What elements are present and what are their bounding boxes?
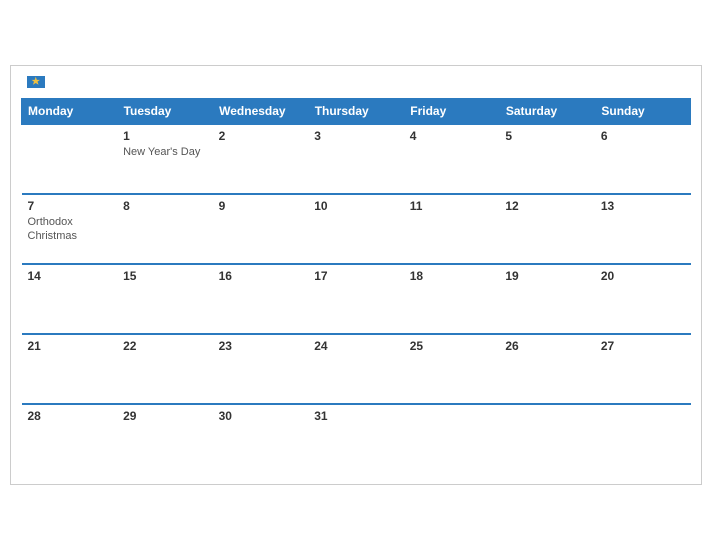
calendar-cell: 22 (117, 334, 213, 404)
day-number: 5 (505, 129, 589, 143)
day-number: 31 (314, 409, 398, 423)
day-number: 14 (28, 269, 112, 283)
day-number: 29 (123, 409, 207, 423)
day-number: 10 (314, 199, 398, 213)
calendar-cell: 26 (499, 334, 595, 404)
weekday-header-friday: Friday (404, 99, 500, 125)
calendar-cell: 17 (308, 264, 404, 334)
calendar-cell: 5 (499, 124, 595, 194)
weekday-header-saturday: Saturday (499, 99, 595, 125)
calendar-cell: 1 New Year's Day (117, 124, 213, 194)
weekday-header-sunday: Sunday (595, 99, 691, 125)
calendar-cell: 10 (308, 194, 404, 264)
calendar-container: MondayTuesdayWednesdayThursdayFridaySatu… (10, 65, 702, 485)
calendar-cell: 16 (213, 264, 309, 334)
calendar-cell: 14 (22, 264, 118, 334)
day-number: 25 (410, 339, 494, 353)
calendar-header (21, 76, 691, 88)
calendar-cell (595, 404, 691, 474)
calendar-cell: 18 (404, 264, 500, 334)
day-number: 30 (219, 409, 303, 423)
calendar-cell: 23 (213, 334, 309, 404)
calendar-cell: 6 (595, 124, 691, 194)
day-number: 23 (219, 339, 303, 353)
day-number: 9 (219, 199, 303, 213)
weekday-header-row: MondayTuesdayWednesdayThursdayFridaySatu… (22, 99, 691, 125)
day-number: 4 (410, 129, 494, 143)
weekday-header-wednesday: Wednesday (213, 99, 309, 125)
calendar-cell: 7 Orthodox Christmas (22, 194, 118, 264)
day-number: 17 (314, 269, 398, 283)
calendar-cell: 27 (595, 334, 691, 404)
day-number: 6 (601, 129, 685, 143)
week-row-2: 7 Orthodox Christmas 89 10 11 12 13 (22, 194, 691, 264)
calendar-cell: 4 (404, 124, 500, 194)
logo-flag-icon (27, 76, 45, 88)
day-number: 28 (28, 409, 112, 423)
calendar-cell: 24 (308, 334, 404, 404)
day-number: 13 (601, 199, 685, 213)
calendar-cell (499, 404, 595, 474)
calendar-cell: 21 (22, 334, 118, 404)
calendar-thead: MondayTuesdayWednesdayThursdayFridaySatu… (22, 99, 691, 125)
calendar-cell: 15 (117, 264, 213, 334)
logo (25, 76, 47, 88)
calendar-cell: 9 (213, 194, 309, 264)
calendar-cell: 2 (213, 124, 309, 194)
day-number: 3 (314, 129, 398, 143)
holiday-name: New Year's Day (123, 145, 207, 159)
day-number: 11 (410, 199, 494, 213)
day-number: 21 (28, 339, 112, 353)
day-number: 22 (123, 339, 207, 353)
day-number: 27 (601, 339, 685, 353)
calendar-cell: 3 (308, 124, 404, 194)
weekday-header-tuesday: Tuesday (117, 99, 213, 125)
calendar-cell (404, 404, 500, 474)
day-number: 16 (219, 269, 303, 283)
day-number: 24 (314, 339, 398, 353)
calendar-cell: 30 (213, 404, 309, 474)
weekday-header-thursday: Thursday (308, 99, 404, 125)
calendar-cell: 8 (117, 194, 213, 264)
day-number: 26 (505, 339, 589, 353)
day-number: 18 (410, 269, 494, 283)
week-row-1: 1 New Year's Day 23456 (22, 124, 691, 194)
calendar-cell: 29 (117, 404, 213, 474)
day-number: 8 (123, 199, 207, 213)
day-number: 2 (219, 129, 303, 143)
holiday-name: Orthodox Christmas (28, 215, 112, 244)
weekday-header-monday: Monday (22, 99, 118, 125)
calendar-cell: 11 (404, 194, 500, 264)
calendar-cell: 28 (22, 404, 118, 474)
day-number: 7 (28, 199, 112, 213)
day-number: 12 (505, 199, 589, 213)
calendar-cell: 20 (595, 264, 691, 334)
week-row-3: 14 15 16 17 18 19 20 (22, 264, 691, 334)
calendar-cell: 13 (595, 194, 691, 264)
calendar-cell: 19 (499, 264, 595, 334)
day-number: 19 (505, 269, 589, 283)
calendar-cell (22, 124, 118, 194)
day-number: 1 (123, 129, 207, 143)
calendar-tbody: 1New Year's Day234567Orthodox Christmas8… (22, 124, 691, 474)
week-row-4: 21 22 23 24 25 26 27 (22, 334, 691, 404)
calendar-cell: 12 (499, 194, 595, 264)
calendar-cell: 25 (404, 334, 500, 404)
week-row-5: 28 29 30 31 (22, 404, 691, 474)
calendar-cell: 31 (308, 404, 404, 474)
calendar-table: MondayTuesdayWednesdayThursdayFridaySatu… (21, 98, 691, 474)
day-number: 20 (601, 269, 685, 283)
day-number: 15 (123, 269, 207, 283)
